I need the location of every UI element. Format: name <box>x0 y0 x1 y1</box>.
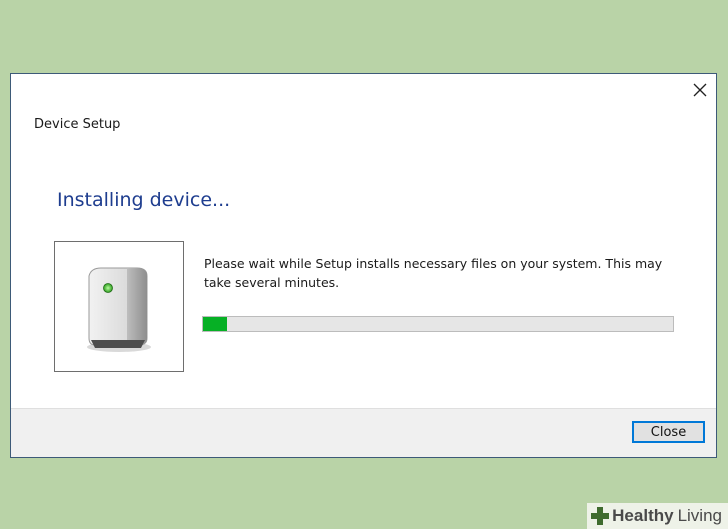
window-title: Device Setup <box>34 117 121 132</box>
watermark-word-healthy: Healthy <box>612 506 674 525</box>
installation-progress-bar <box>202 316 674 332</box>
close-icon[interactable] <box>693 83 707 97</box>
device-image-frame <box>54 241 184 372</box>
progress-fill <box>203 317 227 331</box>
device-setup-dialog: Device Setup Installing device... Please… <box>10 73 717 458</box>
status-heading: Installing device... <box>57 189 231 211</box>
watermark-word-living: Living <box>677 506 722 525</box>
dialog-footer: Close <box>11 408 716 457</box>
healthy-living-watermark: Healthy Living <box>587 503 728 529</box>
plus-cross-icon <box>591 507 610 525</box>
close-button[interactable]: Close <box>632 421 705 443</box>
external-drive-icon <box>87 267 151 352</box>
status-message: Please wait while Setup installs necessa… <box>204 256 663 290</box>
